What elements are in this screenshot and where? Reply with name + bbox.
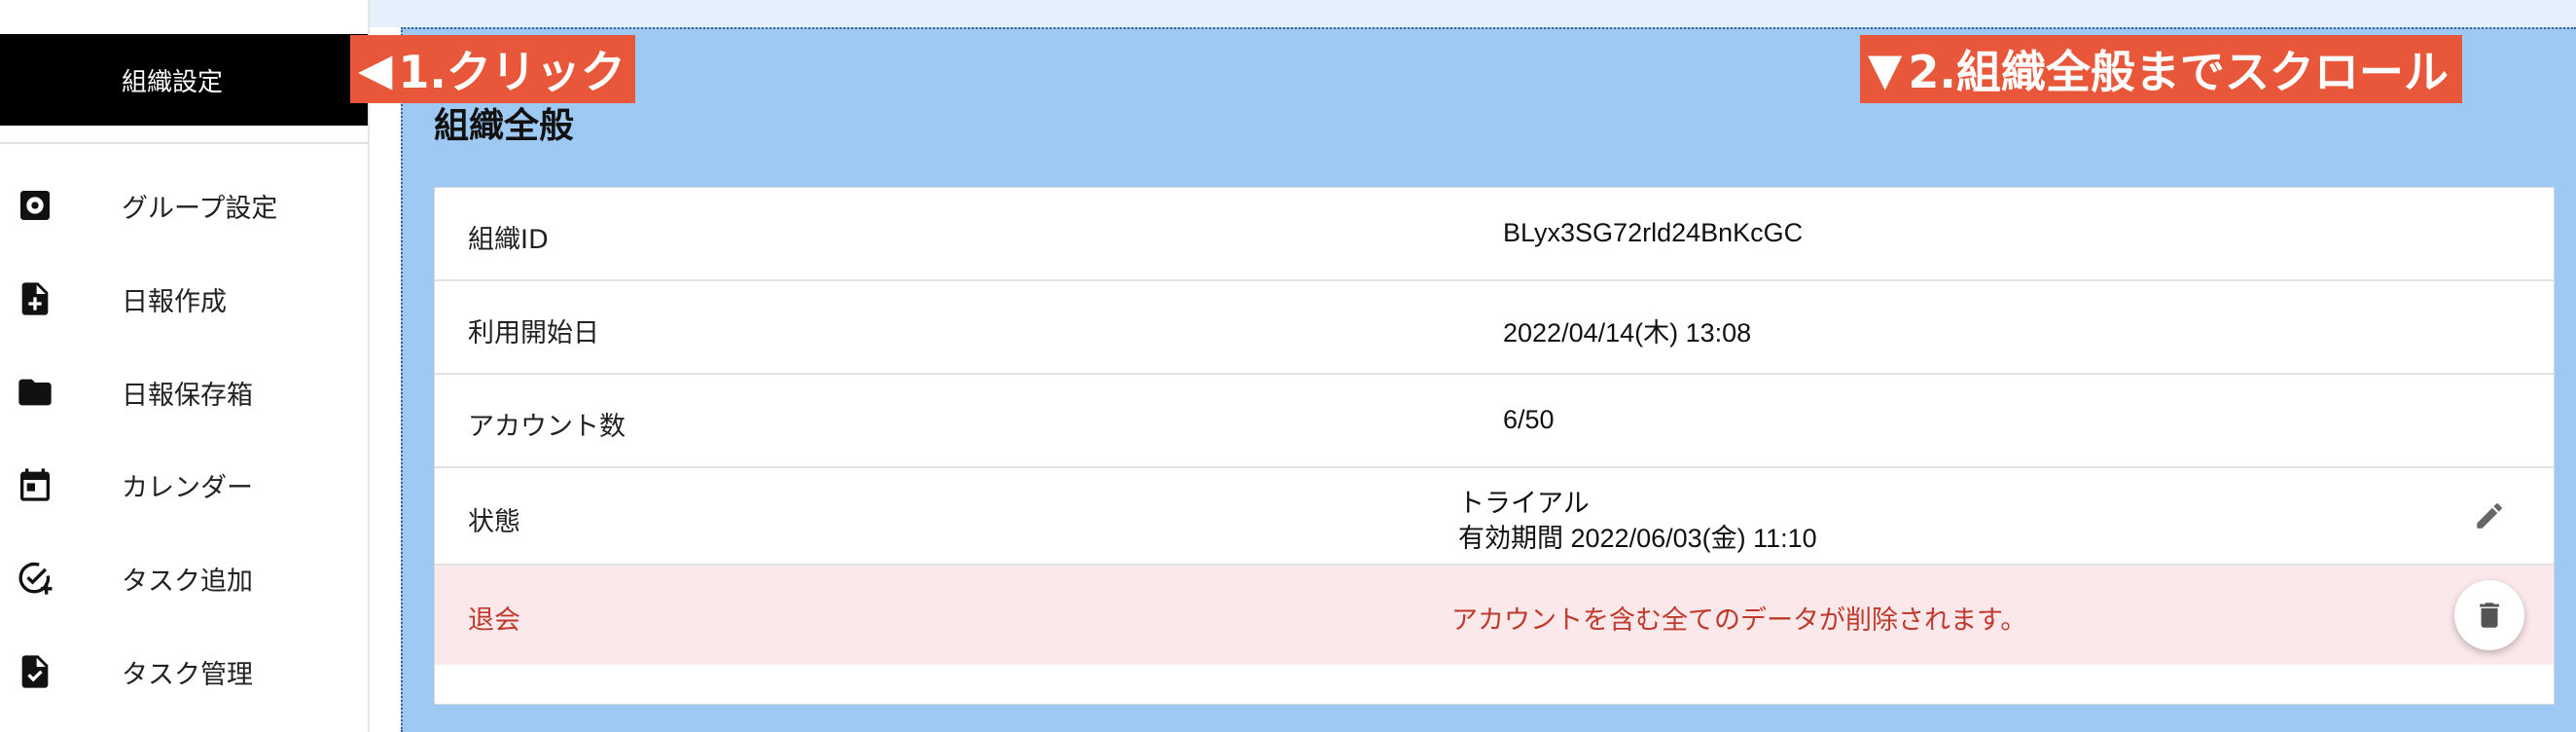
sidebar-item-label: タスク追加: [122, 566, 253, 597]
annotation-step1: ◀ 1.クリック: [350, 35, 635, 103]
calendar-icon: [15, 464, 55, 505]
sidebar-item-label: カレンダー: [122, 472, 253, 503]
annotation-step2: ▼ 2.組織全般までスクロール: [1860, 35, 2462, 103]
sidebar: 組織設定 グループ設定 日報作成 日報保存箱 カレンダー タスク追加 タスク管理: [0, 0, 370, 732]
annotation-text: 2.組織全般までスクロール: [1908, 46, 2449, 98]
table-row: 状態 トライアル 有効期間 2022/06/03(金) 11:10: [435, 468, 2554, 566]
table-row: アカウント数 6/50: [435, 375, 2554, 468]
gear-icon: [15, 185, 55, 226]
withdraw-warning: アカウントを含む全てのデータが削除されます。: [1451, 605, 2027, 636]
withdraw-row: 退会 アカウントを含む全てのデータが削除されます。: [435, 566, 2554, 665]
row-value: 6/50: [1503, 405, 1555, 434]
organization-general-card: 組織ID BLyx3SG72rld24BnKcGC 利用開始日 2022/04/…: [434, 187, 2555, 705]
sidebar-item-add-task[interactable]: タスク追加: [0, 539, 368, 617]
row-key: 退会: [468, 605, 520, 636]
sidebar-item-calendar[interactable]: カレンダー: [0, 446, 368, 524]
row-key: アカウント数: [468, 412, 626, 442]
row-key: 状態: [468, 507, 520, 537]
sidebar-item-label: グループ設定: [122, 193, 278, 224]
sidebar-divider: [0, 142, 368, 144]
row-key: 利用開始日: [468, 318, 599, 348]
highlight-border: [401, 27, 403, 732]
validity-period: 有効期間 2022/06/03(金) 11:10: [1458, 524, 1817, 553]
sidebar-item-report-storage[interactable]: 日報保存箱: [0, 353, 368, 431]
row-key: 組織ID: [468, 225, 549, 255]
top-band: [370, 0, 2576, 27]
section-title: 組織全般: [434, 106, 575, 146]
annotation-text: 1.クリック: [398, 46, 626, 98]
sidebar-item-organization-settings[interactable]: 組織設定: [0, 34, 368, 126]
highlight-border: [401, 27, 2576, 29]
sidebar-item-label: 日報保存箱: [122, 380, 253, 411]
sidebar-item-label: 日報作成: [122, 286, 227, 317]
table-row: 組織ID BLyx3SG72rld24BnKcGC: [435, 188, 2554, 281]
task-add-icon: [15, 558, 55, 599]
sidebar-item-label: タスク管理: [122, 659, 253, 690]
clipboard-check-icon: [15, 651, 55, 692]
trash-icon: [2480, 603, 2499, 628]
row-value: BLyx3SG72rld24BnKcGC: [1503, 218, 1804, 247]
delete-button[interactable]: [2454, 580, 2524, 650]
down-arrow-icon: ▼: [1868, 43, 1903, 95]
table-row: 利用開始日 2022/04/14(木) 13:08: [435, 281, 2554, 375]
edit-button[interactable]: [2466, 493, 2513, 539]
left-arrow-icon: ◀: [358, 43, 393, 95]
sidebar-item-group-settings[interactable]: グループ設定: [0, 166, 368, 244]
file-plus-icon: [15, 278, 55, 319]
row-value: 2022/04/14(木) 13:08: [1503, 318, 1752, 348]
status-value: トライアル: [1458, 489, 1590, 518]
sidebar-item-create-report[interactable]: 日報作成: [0, 260, 368, 338]
pencil-icon: [2477, 503, 2502, 529]
sidebar-item-task-management[interactable]: タスク管理: [0, 633, 368, 711]
sidebar-item-label: 組織設定: [122, 67, 224, 97]
folder-icon: [15, 372, 55, 413]
